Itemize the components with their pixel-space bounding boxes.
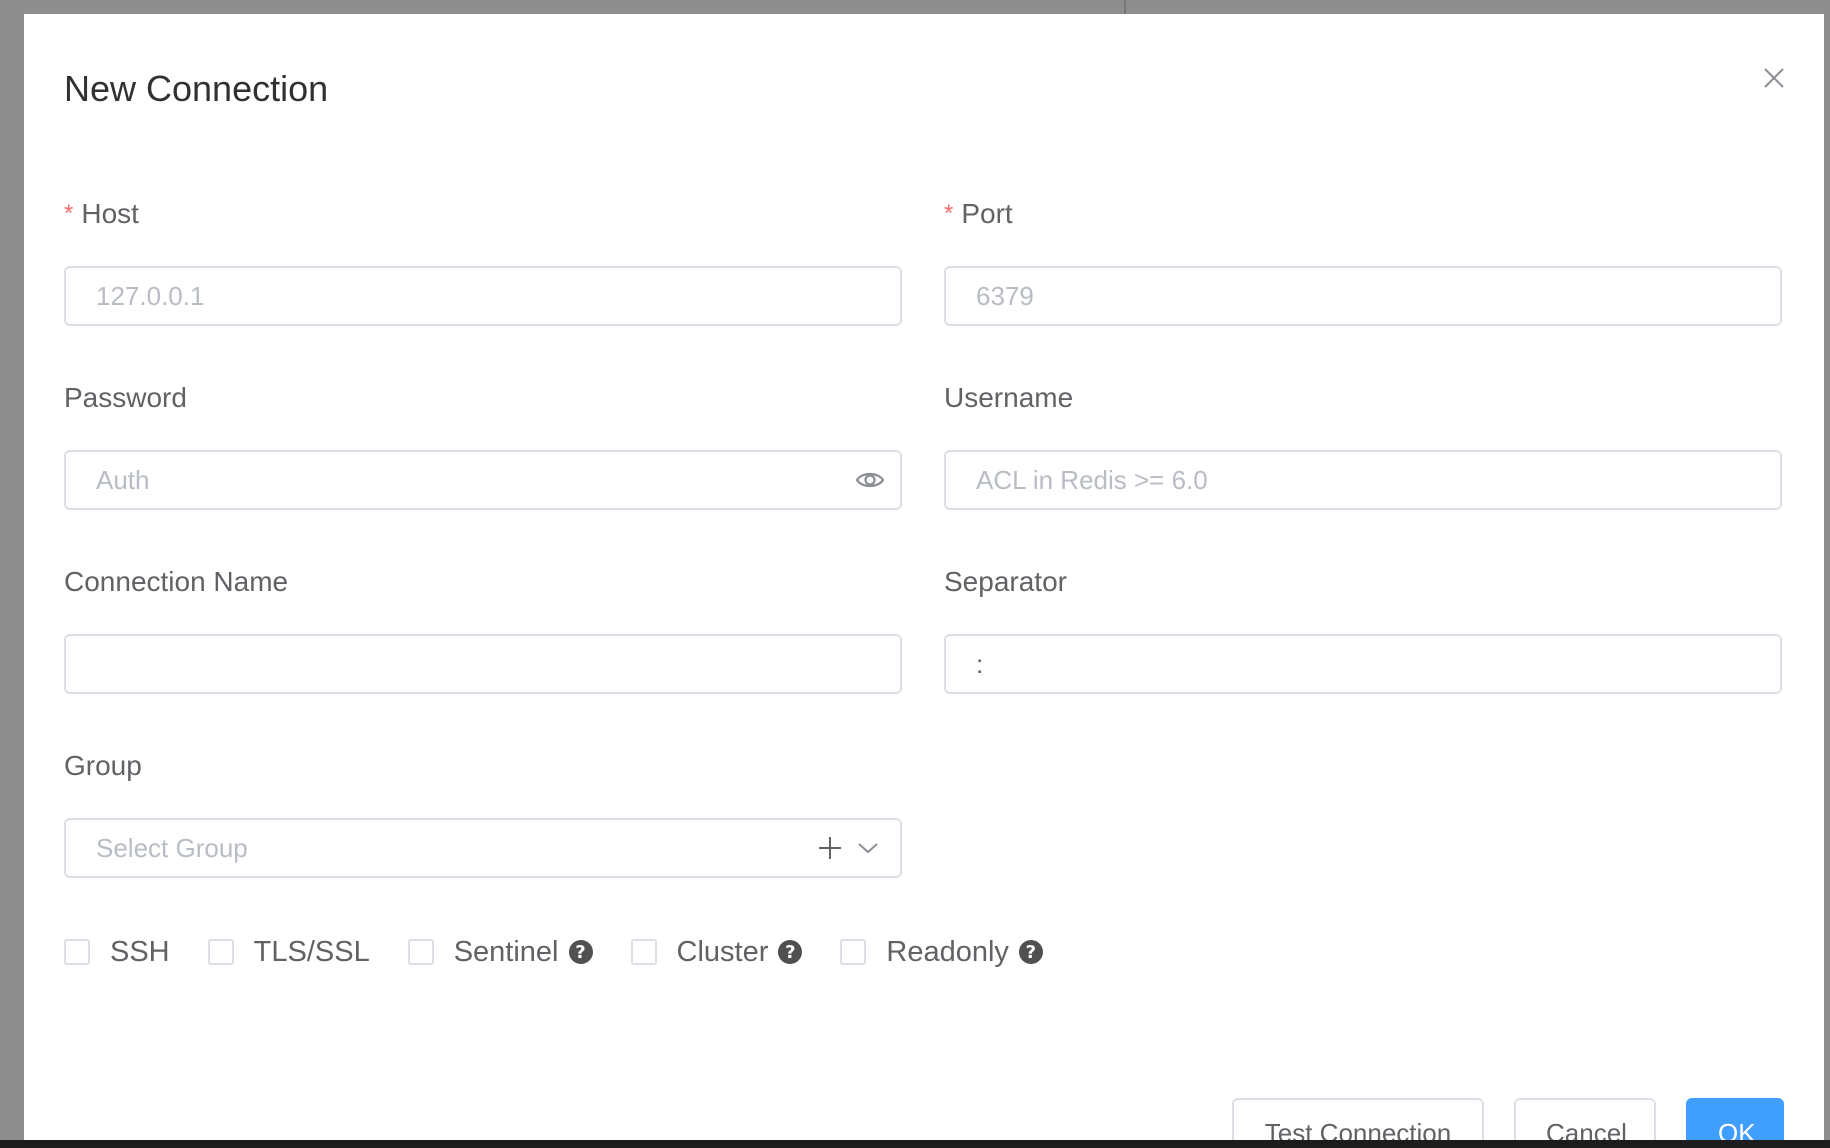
group-dropdown-toggle[interactable] (854, 836, 882, 860)
question-circle-icon[interactable]: ? (568, 940, 593, 964)
close-button[interactable] (1754, 58, 1794, 98)
readonly-checkbox[interactable] (840, 939, 867, 965)
ssh-option[interactable]: SSH (64, 936, 170, 969)
port-input[interactable] (944, 266, 1782, 326)
plus-icon (819, 837, 841, 859)
separator-label: Separator (944, 566, 1067, 597)
username-input[interactable] (944, 450, 1782, 510)
readonly-label: Readonly (886, 935, 1009, 968)
bottom-bar (0, 1140, 1830, 1148)
port-label-text: Port (961, 198, 1013, 229)
add-group-button[interactable] (814, 832, 846, 864)
password-label: Password (64, 382, 187, 413)
required-mark: * (944, 200, 954, 227)
chevron-down-icon (858, 843, 878, 854)
separator-input[interactable] (944, 634, 1782, 694)
ssh-checkbox[interactable] (64, 939, 90, 965)
connection-name-label: Connection Name (64, 566, 289, 597)
dialog-title: New Connection (64, 68, 329, 109)
sentinel-checkbox[interactable] (407, 939, 434, 965)
host-label: * Host (64, 198, 139, 230)
password-input[interactable] (64, 450, 902, 510)
cancel-button[interactable]: Cancel (1514, 1098, 1656, 1140)
tls-label: TLS/SSL (253, 935, 370, 968)
required-mark: * (64, 200, 74, 227)
cluster-option[interactable]: Cluster ? (630, 935, 803, 969)
ssh-label: SSH (110, 935, 170, 968)
test-connection-button[interactable]: Test Connection (1232, 1098, 1484, 1140)
password-toggle[interactable] (852, 466, 888, 494)
connection-name-input[interactable] (64, 634, 902, 694)
readonly-option[interactable]: Readonly ? (840, 936, 1043, 969)
new-connection-dialog: New Connection * Host * Port Password User… (24, 14, 1824, 1140)
host-label-text: Host (81, 198, 139, 229)
sentinel-option[interactable]: Sentinel ? (407, 935, 593, 969)
group-select[interactable] (64, 818, 902, 878)
cluster-checkbox[interactable] (630, 939, 657, 965)
close-icon (1764, 68, 1784, 88)
cluster-label: Cluster (676, 935, 769, 968)
tls-option[interactable]: TLS/SSL (207, 935, 370, 969)
question-circle-icon[interactable]: ? (1018, 940, 1043, 964)
ok-button[interactable]: OK (1686, 1098, 1784, 1140)
tls-checkbox[interactable] (207, 939, 234, 965)
username-label: Username (944, 382, 1074, 413)
connection-options: SSH TLS/SSL Sentinel ? Cluster ? Readonl… (64, 932, 1043, 972)
sentinel-label: Sentinel (453, 935, 559, 968)
eye-icon (855, 472, 885, 488)
port-label: * Port (944, 198, 1013, 230)
group-label: Group (64, 750, 142, 781)
question-circle-icon[interactable]: ? (778, 940, 803, 964)
host-input[interactable] (64, 266, 902, 326)
